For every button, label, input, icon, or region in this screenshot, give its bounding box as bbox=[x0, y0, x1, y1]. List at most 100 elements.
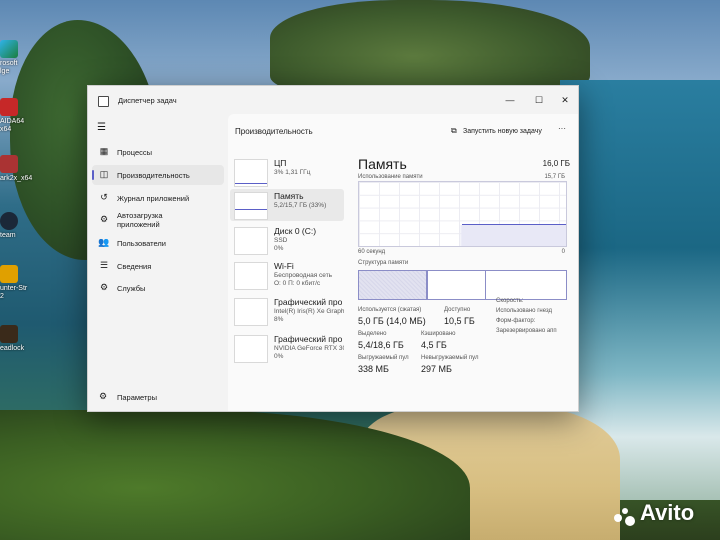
in-use-value: 5,0 ГБ (14,0 МБ) bbox=[358, 316, 426, 326]
perf-item-usage: 8% bbox=[274, 316, 284, 323]
perf-item-cpu[interactable]: ЦП 3% 1,31 ГГц bbox=[230, 156, 344, 188]
perf-item-name: Память bbox=[274, 191, 304, 201]
memory-structure-label: Структура памяти bbox=[358, 260, 409, 266]
perf-item-usage: 0% bbox=[274, 353, 284, 360]
perf-item-detail: Беспроводная сеть bbox=[274, 272, 333, 279]
run-task-icon: ⧉ bbox=[451, 126, 457, 135]
perf-item-name: Графический про bbox=[274, 334, 343, 344]
perf-item-usage: О: 0 П: 0 кбит/с bbox=[274, 280, 321, 287]
sidebar-item-label: Производительность bbox=[117, 171, 190, 180]
paged-pool-label: Выгружаемый пул bbox=[358, 355, 409, 361]
active-indicator bbox=[92, 170, 94, 180]
memory-usage-graph bbox=[358, 181, 567, 247]
memory-structure-standby bbox=[428, 271, 486, 299]
performance-icon: ◫ bbox=[99, 169, 109, 179]
performance-list: ЦП 3% 1,31 ГГц Память 5,2/15,7 ГБ (33%) … bbox=[228, 156, 348, 411]
perf-item-detail: SSD bbox=[274, 237, 288, 244]
sidebar-item-label: Пользователи bbox=[117, 239, 166, 248]
speed-label: Скорость: bbox=[496, 298, 524, 304]
desktop-icon-deadlock[interactable]: eadlock bbox=[0, 325, 28, 353]
cached-value: 4,5 ГБ bbox=[421, 340, 447, 350]
deadlock-icon bbox=[0, 325, 18, 343]
maximize-button[interactable]: ☐ bbox=[530, 92, 548, 108]
perf-item-usage: 0% bbox=[274, 245, 284, 252]
nonpaged-pool-label: Невыгружаемый пул bbox=[421, 355, 479, 361]
memory-title: Память bbox=[358, 156, 407, 172]
minimize-button[interactable]: — bbox=[501, 92, 519, 108]
available-value: 10,5 ГБ bbox=[444, 316, 475, 326]
desktop-icon-label: ark2x_x64 bbox=[0, 175, 33, 182]
run-new-task-label: Запустить новую задачу bbox=[463, 128, 542, 135]
details-icon: ☰ bbox=[99, 260, 109, 270]
cached-label: Кэшировано bbox=[421, 331, 456, 337]
in-use-label: Используется (сжатая) bbox=[358, 307, 422, 313]
perf-item-detail: 5,2/15,7 ГБ (33%) bbox=[274, 202, 327, 209]
sidebar-item-label: Службы bbox=[117, 284, 146, 293]
more-options-button[interactable]: ··· bbox=[558, 124, 566, 133]
memory-usage-max: 15,7 ГБ bbox=[544, 174, 565, 180]
slots-used-label: Использовано гнезд bbox=[496, 308, 553, 314]
form-factor-label: Форм-фактор: bbox=[496, 318, 536, 324]
gpu-mini-graph bbox=[234, 298, 268, 326]
history-icon: ↺ bbox=[100, 192, 108, 202]
desktop-icon-label: AIDA64 x64 bbox=[0, 118, 25, 133]
desktop-icon-steam[interactable]: team bbox=[0, 212, 28, 240]
memory-mini-graph bbox=[234, 192, 268, 220]
close-button[interactable]: ✕ bbox=[556, 92, 574, 108]
aida64-icon bbox=[0, 98, 18, 116]
perf-item-name: Диск 0 (C:) bbox=[274, 226, 317, 236]
users-icon: 👥 bbox=[98, 237, 110, 247]
grid-icon: ▦ bbox=[99, 146, 109, 156]
task-manager-window: Диспетчер задач — ☐ ✕ ☰ ▦ Процессы ◫ Про… bbox=[87, 85, 579, 412]
sidebar-item-performance[interactable]: ◫ Производительность bbox=[92, 165, 224, 185]
desktop-icon-label: rosoft lge bbox=[0, 60, 18, 75]
disk-mini-graph bbox=[234, 227, 268, 255]
run-new-task-button[interactable]: ⧉ Запустить новую задачу bbox=[449, 124, 569, 140]
desktop-icon-aida64[interactable]: AIDA64 x64 bbox=[0, 98, 28, 134]
perf-item-memory[interactable]: Память 5,2/15,7 ГБ (33%) bbox=[230, 189, 344, 221]
window-title: Диспетчер задач bbox=[118, 96, 177, 105]
graph-axis-right: 0 bbox=[561, 249, 565, 255]
sidebar-item-details[interactable]: ☰ Сведения bbox=[92, 256, 224, 276]
desktop-icon-counter-strike[interactable]: unter-Str 2 bbox=[0, 265, 28, 301]
sidebar-item-processes[interactable]: ▦ Процессы bbox=[92, 142, 224, 162]
memory-usage-fill bbox=[462, 224, 566, 246]
title-bar[interactable]: Диспетчер задач — ☐ ✕ bbox=[88, 86, 578, 114]
sidebar-item-label: Сведения bbox=[117, 262, 152, 271]
background-cliff-top bbox=[270, 0, 590, 95]
sidebar-item-users[interactable]: 👥 Пользователи bbox=[92, 233, 224, 253]
memory-usage-label: Использование памяти bbox=[358, 174, 423, 180]
sidebar-item-app-history[interactable]: ↺ Журнал приложений bbox=[92, 188, 224, 208]
available-label: Доступно bbox=[444, 307, 471, 313]
sidebar-item-label: Автозагрузка приложений bbox=[117, 211, 163, 229]
settings-button[interactable]: ⚙ Параметры bbox=[92, 389, 224, 407]
edge-icon bbox=[0, 40, 18, 58]
steam-icon bbox=[0, 212, 18, 230]
services-icon: ⚙ bbox=[99, 282, 109, 292]
committed-label: Выделено bbox=[358, 331, 387, 337]
hamburger-menu-icon[interactable]: ☰ bbox=[97, 122, 106, 133]
memory-total: 16,0 ГБ bbox=[542, 159, 570, 168]
perf-item-disk[interactable]: Диск 0 (C:) SSD 0% bbox=[230, 224, 344, 256]
sidebar: ☰ ▦ Процессы ◫ Производительность ↺ Журн… bbox=[88, 114, 228, 411]
perf-item-gpu-nvidia[interactable]: Графический про NVIDIA GeForce RTX 305 0… bbox=[230, 332, 344, 364]
desktop-icon-label: unter-Str 2 bbox=[0, 285, 28, 300]
startup-icon: ⚙ bbox=[99, 214, 109, 224]
perf-item-gpu-intel[interactable]: Графический про Intel(R) Iris(R) Xe Grap… bbox=[230, 295, 344, 327]
perf-item-name: ЦП bbox=[274, 158, 287, 168]
sidebar-item-services[interactable]: ⚙ Службы bbox=[92, 278, 224, 298]
perf-item-detail: NVIDIA GeForce RTX 305 bbox=[274, 345, 344, 352]
perf-item-name: Wi-Fi bbox=[274, 261, 294, 271]
avito-watermark: Avito bbox=[640, 500, 695, 525]
gpu-mini-graph bbox=[234, 335, 268, 363]
perf-item-wifi[interactable]: Wi-Fi Беспроводная сеть О: 0 П: 0 кбит/с bbox=[230, 259, 344, 291]
committed-value: 5,4/18,6 ГБ bbox=[358, 340, 404, 350]
sidebar-item-label: Журнал приложений bbox=[117, 194, 190, 203]
memory-structure-in-use bbox=[359, 271, 427, 299]
desktop-icon-edge[interactable]: rosoft lge bbox=[0, 40, 28, 76]
graph-axis-left: 60 секунд bbox=[358, 249, 386, 255]
wifi-mini-graph bbox=[234, 262, 268, 290]
nonpaged-pool-value: 297 МБ bbox=[421, 364, 452, 374]
sidebar-item-startup-apps[interactable]: ⚙ Автозагрузка приложений bbox=[92, 210, 224, 232]
desktop-icon-ark[interactable]: ark2x_x64 bbox=[0, 155, 32, 183]
